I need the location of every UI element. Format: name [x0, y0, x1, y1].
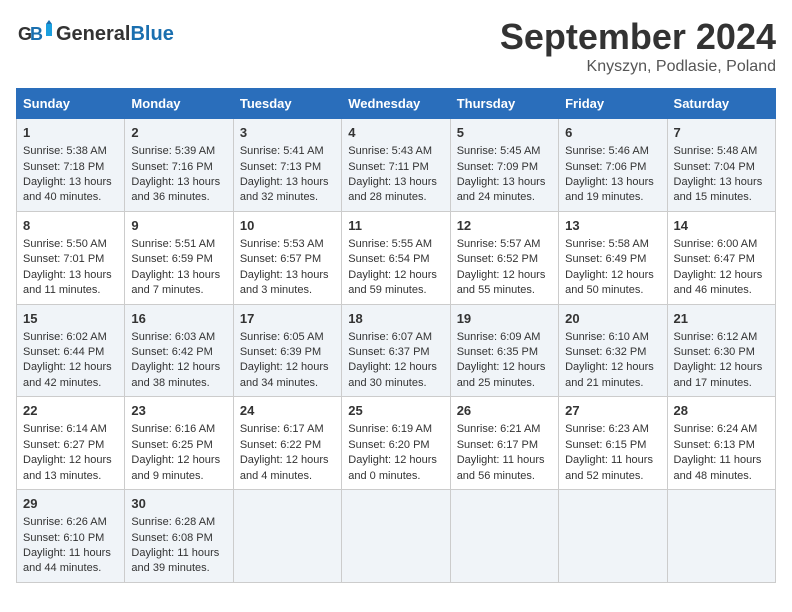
calendar-cell	[559, 490, 667, 583]
calendar-cell: 12Sunrise: 5:57 AMSunset: 6:52 PMDayligh…	[450, 211, 558, 304]
calendar-cell: 19Sunrise: 6:09 AMSunset: 6:35 PMDayligh…	[450, 304, 558, 397]
month-title: September 2024	[500, 16, 776, 58]
location: Knyszyn, Podlasie, Poland	[500, 58, 776, 76]
calendar-table: Sunday Monday Tuesday Wednesday Thursday…	[16, 88, 776, 583]
col-tuesday: Tuesday	[233, 89, 341, 119]
calendar-cell	[667, 490, 775, 583]
logo-line2: Blue	[130, 23, 173, 45]
calendar-week-1: 1Sunrise: 5:38 AMSunset: 7:18 PMDaylight…	[17, 119, 776, 212]
calendar-cell: 27Sunrise: 6:23 AMSunset: 6:15 PMDayligh…	[559, 397, 667, 490]
calendar-cell: 15Sunrise: 6:02 AMSunset: 6:44 PMDayligh…	[17, 304, 125, 397]
header-row: Sunday Monday Tuesday Wednesday Thursday…	[17, 89, 776, 119]
calendar-cell: 16Sunrise: 6:03 AMSunset: 6:42 PMDayligh…	[125, 304, 233, 397]
calendar-cell: 9Sunrise: 5:51 AMSunset: 6:59 PMDaylight…	[125, 211, 233, 304]
calendar-cell: 30Sunrise: 6:28 AMSunset: 6:08 PMDayligh…	[125, 490, 233, 583]
logo-text: GeneralBlue	[56, 23, 174, 45]
col-monday: Monday	[125, 89, 233, 119]
col-saturday: Saturday	[667, 89, 775, 119]
calendar-week-2: 8Sunrise: 5:50 AMSunset: 7:01 PMDaylight…	[17, 211, 776, 304]
calendar-cell: 6Sunrise: 5:46 AMSunset: 7:06 PMDaylight…	[559, 119, 667, 212]
title-block: September 2024 Knyszyn, Podlasie, Poland	[500, 16, 776, 76]
svg-text:B: B	[30, 24, 43, 44]
calendar-cell: 11Sunrise: 5:55 AMSunset: 6:54 PMDayligh…	[342, 211, 450, 304]
calendar-week-3: 15Sunrise: 6:02 AMSunset: 6:44 PMDayligh…	[17, 304, 776, 397]
calendar-cell: 8Sunrise: 5:50 AMSunset: 7:01 PMDaylight…	[17, 211, 125, 304]
calendar-cell: 26Sunrise: 6:21 AMSunset: 6:17 PMDayligh…	[450, 397, 558, 490]
calendar-cell: 28Sunrise: 6:24 AMSunset: 6:13 PMDayligh…	[667, 397, 775, 490]
calendar-cell	[342, 490, 450, 583]
calendar-cell: 25Sunrise: 6:19 AMSunset: 6:20 PMDayligh…	[342, 397, 450, 490]
calendar-cell: 20Sunrise: 6:10 AMSunset: 6:32 PMDayligh…	[559, 304, 667, 397]
calendar-cell: 3Sunrise: 5:41 AMSunset: 7:13 PMDaylight…	[233, 119, 341, 212]
calendar-cell	[233, 490, 341, 583]
calendar-cell: 10Sunrise: 5:53 AMSunset: 6:57 PMDayligh…	[233, 211, 341, 304]
col-sunday: Sunday	[17, 89, 125, 119]
col-friday: Friday	[559, 89, 667, 119]
calendar-cell: 23Sunrise: 6:16 AMSunset: 6:25 PMDayligh…	[125, 397, 233, 490]
logo-icon: G B	[16, 16, 52, 52]
calendar-cell: 4Sunrise: 5:43 AMSunset: 7:11 PMDaylight…	[342, 119, 450, 212]
logo-line1: General	[56, 23, 130, 45]
calendar-cell: 18Sunrise: 6:07 AMSunset: 6:37 PMDayligh…	[342, 304, 450, 397]
calendar-week-4: 22Sunrise: 6:14 AMSunset: 6:27 PMDayligh…	[17, 397, 776, 490]
calendar-cell	[450, 490, 558, 583]
col-thursday: Thursday	[450, 89, 558, 119]
calendar-cell: 5Sunrise: 5:45 AMSunset: 7:09 PMDaylight…	[450, 119, 558, 212]
calendar-cell: 2Sunrise: 5:39 AMSunset: 7:16 PMDaylight…	[125, 119, 233, 212]
calendar-cell: 14Sunrise: 6:00 AMSunset: 6:47 PMDayligh…	[667, 211, 775, 304]
calendar-cell: 17Sunrise: 6:05 AMSunset: 6:39 PMDayligh…	[233, 304, 341, 397]
calendar-cell: 13Sunrise: 5:58 AMSunset: 6:49 PMDayligh…	[559, 211, 667, 304]
calendar-cell: 29Sunrise: 6:26 AMSunset: 6:10 PMDayligh…	[17, 490, 125, 583]
calendar-cell: 1Sunrise: 5:38 AMSunset: 7:18 PMDaylight…	[17, 119, 125, 212]
calendar-body: 1Sunrise: 5:38 AMSunset: 7:18 PMDaylight…	[17, 119, 776, 583]
logo: G B GeneralBlue	[16, 16, 174, 52]
calendar-cell: 21Sunrise: 6:12 AMSunset: 6:30 PMDayligh…	[667, 304, 775, 397]
page-header: G B GeneralBlue September 2024 Knyszyn, …	[16, 16, 776, 76]
calendar-cell: 22Sunrise: 6:14 AMSunset: 6:27 PMDayligh…	[17, 397, 125, 490]
calendar-cell: 7Sunrise: 5:48 AMSunset: 7:04 PMDaylight…	[667, 119, 775, 212]
calendar-cell: 24Sunrise: 6:17 AMSunset: 6:22 PMDayligh…	[233, 397, 341, 490]
col-wednesday: Wednesday	[342, 89, 450, 119]
calendar-week-5: 29Sunrise: 6:26 AMSunset: 6:10 PMDayligh…	[17, 490, 776, 583]
